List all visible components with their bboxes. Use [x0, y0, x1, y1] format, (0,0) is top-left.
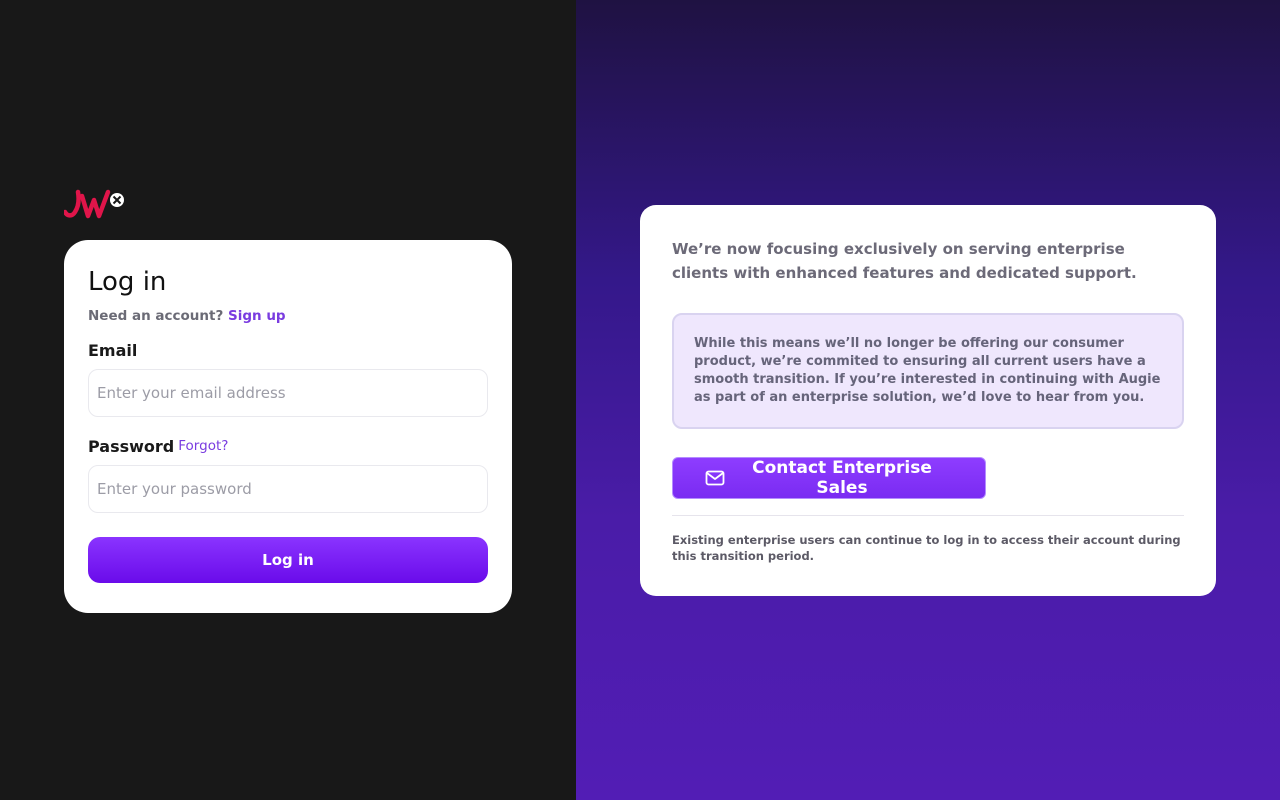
announcement-card: We’re now focusing exclusively on servin…	[640, 205, 1216, 596]
login-button[interactable]: Log in	[88, 537, 488, 583]
notice-box: While this means we’ll no longer be offe…	[672, 313, 1184, 429]
mail-icon	[705, 470, 725, 486]
announcement-panel: We’re now focusing exclusively on servin…	[576, 0, 1280, 800]
email-field[interactable]	[88, 369, 488, 417]
password-field[interactable]	[88, 465, 488, 513]
brand-logo	[62, 186, 128, 222]
email-label: Email	[88, 341, 138, 360]
notice-text: While this means we’ll no longer be offe…	[694, 336, 1161, 405]
footnote: Existing enterprise users can continue t…	[672, 533, 1181, 563]
contact-enterprise-sales-button[interactable]: Contact Enterprise Sales	[672, 457, 986, 499]
divider	[672, 515, 1184, 516]
page-title: Log in	[88, 267, 167, 297]
forgot-password-link[interactable]: Forgot?	[178, 438, 228, 454]
signup-link[interactable]: Sign up	[228, 308, 286, 324]
signup-row: Need an account? Sign up	[88, 308, 488, 324]
login-card: Log in Need an account? Sign up Email Pa…	[64, 240, 512, 613]
contact-button-label: Contact Enterprise Sales	[752, 458, 932, 498]
signup-prompt: Need an account?	[88, 308, 224, 324]
jw-logo-icon	[62, 189, 124, 219]
announcement-lead: We’re now focusing exclusively on servin…	[672, 240, 1137, 282]
password-label-row: Password Forgot?	[88, 437, 488, 456]
password-label: Password	[88, 437, 175, 456]
login-panel: Log in Need an account? Sign up Email Pa…	[0, 0, 576, 800]
